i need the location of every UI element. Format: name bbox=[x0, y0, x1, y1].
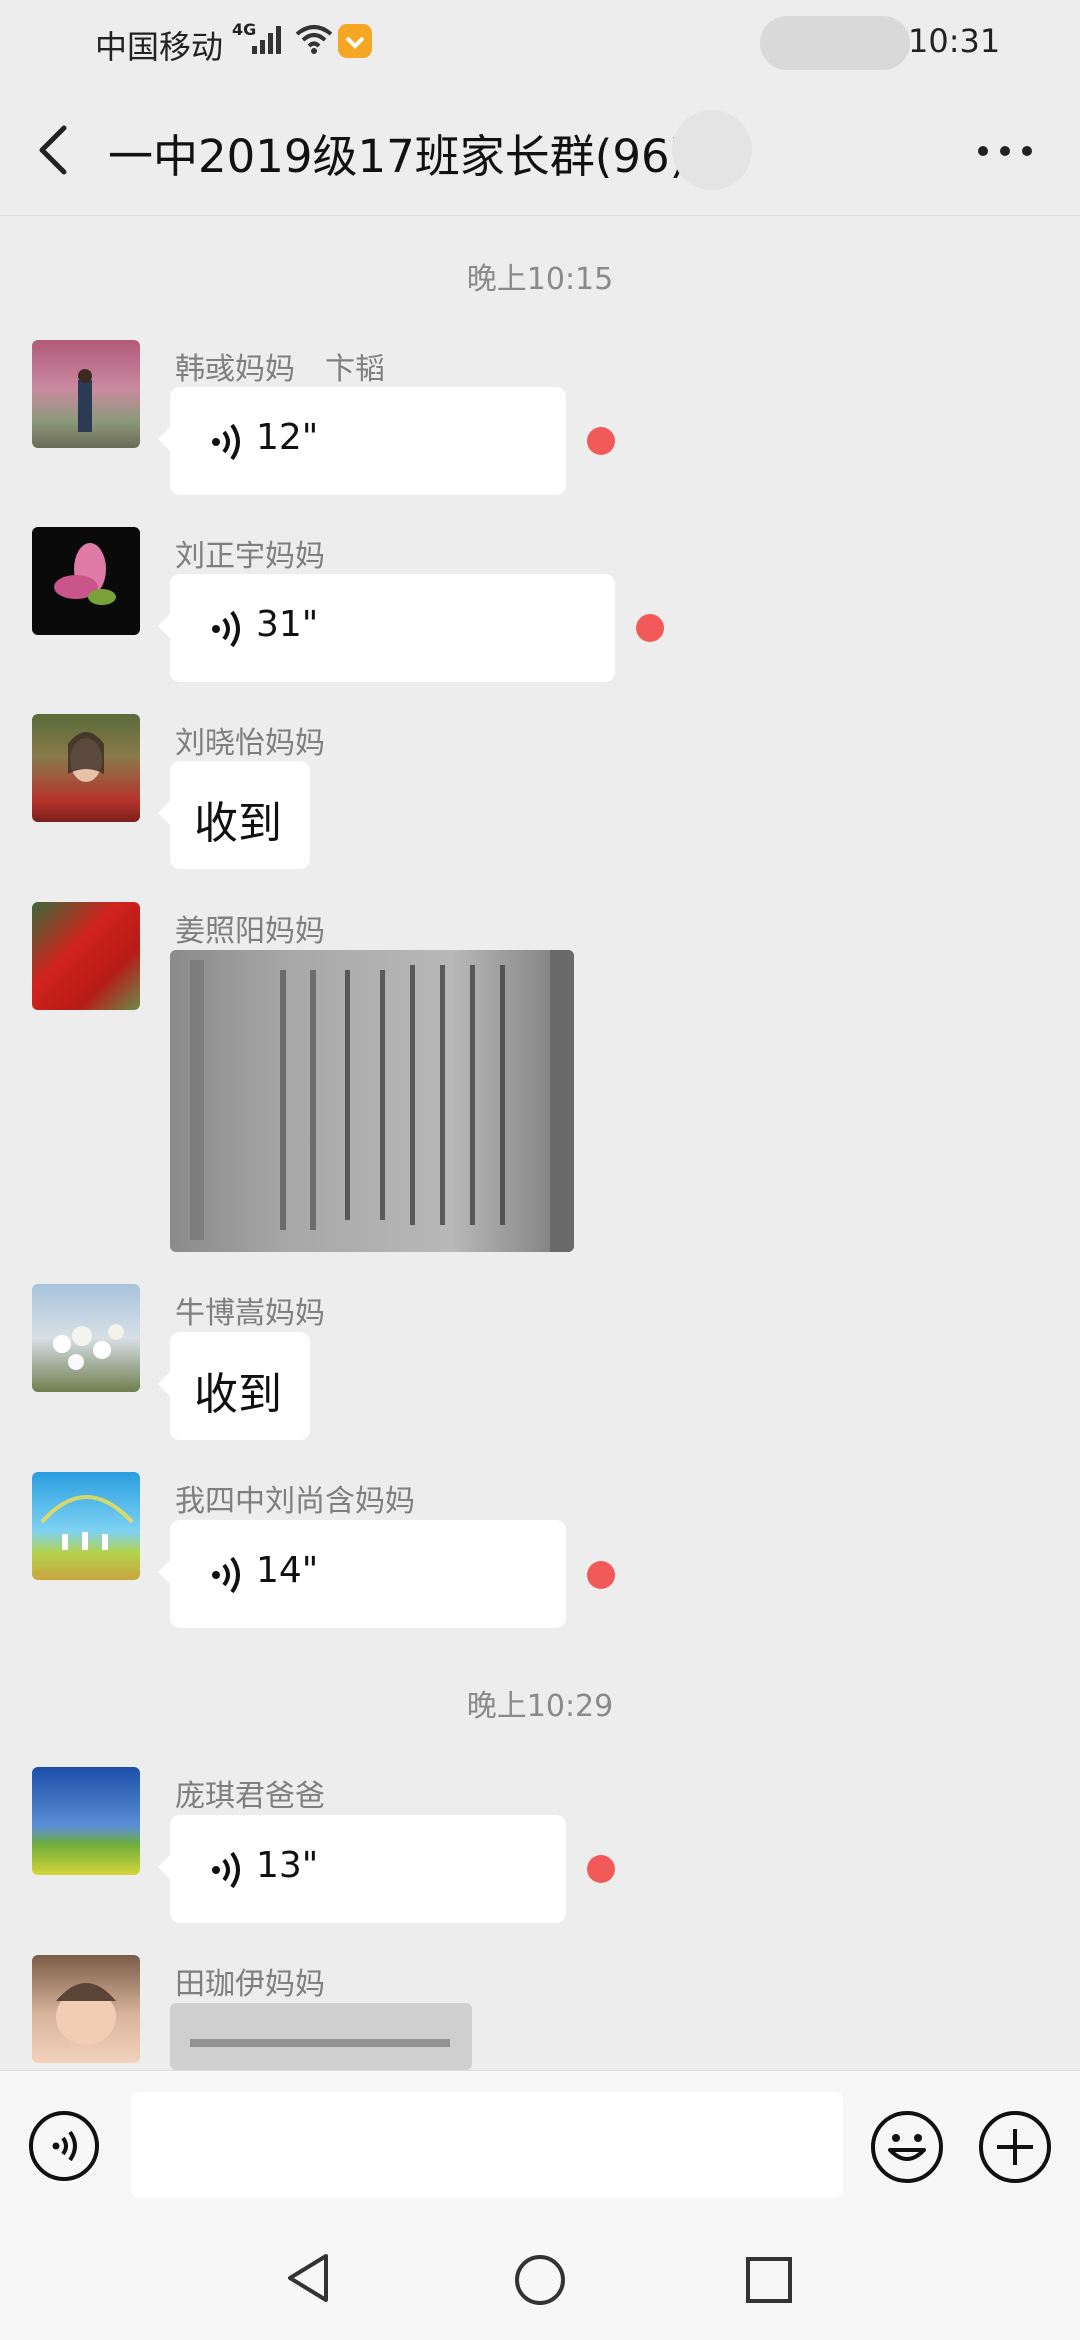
carrier-label: 中国移动 bbox=[95, 28, 224, 66]
avatar[interactable] bbox=[32, 714, 140, 822]
avatar[interactable] bbox=[32, 1284, 140, 1392]
avatar[interactable] bbox=[32, 1472, 140, 1580]
voice-wave-icon bbox=[212, 1556, 240, 1594]
unread-dot bbox=[587, 427, 615, 455]
app-badge-icon bbox=[338, 24, 372, 58]
nav-recents-icon[interactable] bbox=[745, 2256, 793, 2304]
sender-name: 田珈伊妈妈 bbox=[175, 1967, 325, 2002]
voice-duration: 31" bbox=[256, 604, 319, 645]
voice-duration: 13" bbox=[256, 1845, 319, 1886]
voice-message-bubble[interactable]: 14" bbox=[158, 1520, 566, 1628]
sender-name: 韩彧妈妈 卞韬 bbox=[175, 352, 385, 387]
unread-dot bbox=[636, 614, 664, 642]
nav-home-icon[interactable] bbox=[513, 2253, 567, 2307]
avatar[interactable] bbox=[32, 340, 140, 448]
image-message[interactable] bbox=[170, 950, 574, 1252]
sender-name: 我四中刘尚含妈妈 bbox=[175, 1484, 415, 1519]
nav-back-icon[interactable] bbox=[282, 2250, 334, 2306]
unread-dot bbox=[587, 1561, 615, 1589]
message-input[interactable] bbox=[131, 2092, 843, 2198]
status-time: 10:31 bbox=[908, 22, 1001, 60]
text-message-bubble[interactable]: 收到 bbox=[158, 1332, 310, 1440]
message-text: 收到 bbox=[194, 798, 282, 849]
voice-message-bubble[interactable]: 12" bbox=[158, 387, 566, 495]
sender-name: 牛博嵩妈妈 bbox=[175, 1296, 325, 1331]
message-timestamp: 晚上10:15 bbox=[466, 262, 614, 297]
message-text: 收到 bbox=[194, 1369, 282, 1420]
text-message-bubble[interactable]: 收到 bbox=[158, 761, 310, 869]
image-message[interactable] bbox=[170, 2003, 472, 2070]
blurred-area bbox=[672, 110, 752, 190]
avatar[interactable] bbox=[32, 1767, 140, 1875]
voice-wave-icon bbox=[212, 610, 240, 648]
chevron-left-icon[interactable] bbox=[30, 122, 78, 178]
avatar[interactable] bbox=[32, 902, 140, 1010]
sender-name: 刘正宇妈妈 bbox=[175, 539, 325, 574]
chat-title: 一中2019级17班家长群(96) bbox=[108, 130, 688, 183]
emoji-icon[interactable] bbox=[870, 2110, 944, 2184]
unread-dot bbox=[587, 1855, 615, 1883]
voice-message-bubble[interactable]: 13" bbox=[158, 1815, 566, 1923]
plus-icon[interactable] bbox=[978, 2110, 1052, 2184]
voice-message-bubble[interactable]: 31" bbox=[158, 574, 615, 682]
voice-wave-icon bbox=[212, 1851, 240, 1889]
avatar[interactable] bbox=[32, 1955, 140, 2063]
voice-wave-icon bbox=[212, 423, 240, 461]
sender-name: 姜照阳妈妈 bbox=[175, 914, 325, 949]
sender-name: 庞琪君爸爸 bbox=[175, 1779, 325, 1814]
message-timestamp: 晚上10:29 bbox=[466, 1689, 614, 1724]
voice-toggle-icon[interactable] bbox=[28, 2110, 100, 2182]
voice-duration: 14" bbox=[256, 1550, 319, 1591]
voice-duration: 12" bbox=[256, 417, 319, 458]
wifi-icon bbox=[295, 25, 333, 54]
sender-name: 刘晓怡妈妈 bbox=[175, 726, 325, 761]
more-dots-icon[interactable] bbox=[976, 140, 1034, 162]
signal-icon bbox=[252, 26, 281, 54]
avatar[interactable] bbox=[32, 527, 140, 635]
blurred-area bbox=[760, 16, 910, 70]
